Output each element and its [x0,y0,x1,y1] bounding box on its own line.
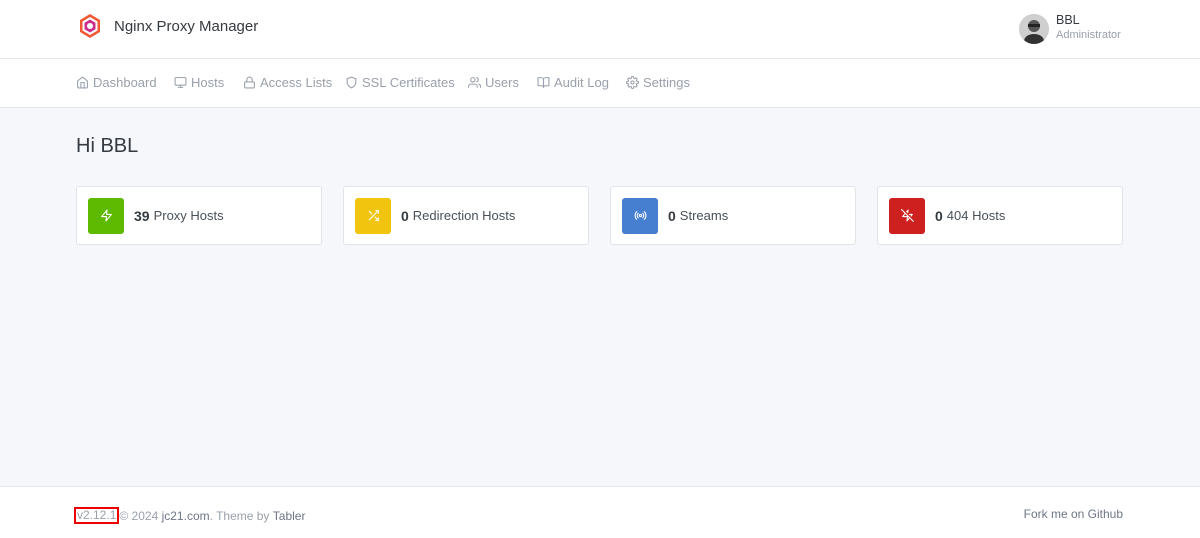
footer-credits: v2.12.1 © 2024 jc21.com . Theme by Table… [74,507,305,524]
nginx-proxy-manager-logo-icon [80,14,100,38]
streams-card[interactable]: 0 Streams [610,186,856,245]
company-link[interactable]: jc21.com [162,509,210,523]
card-icon-box [355,197,391,234]
nav-item-label: Audit Log [554,75,609,90]
nav-item-label: Settings [643,75,690,90]
version-label: v2.12.1 [74,507,120,524]
main-nav: Dashboard Hosts Access Lists SSL Certifi… [0,59,1200,108]
monitor-icon [174,77,187,88]
gear-icon [626,76,639,89]
nav-item-label: Hosts [191,75,225,90]
nav-item-dashboard[interactable]: Dashboard [76,75,157,90]
card-icon-box [622,197,658,234]
nav-item-users[interactable]: Users [468,75,519,90]
page-title: Hi BBL [76,135,139,157]
user-menu[interactable]: BBL Administrator [1019,13,1121,44]
footer: v2.12.1 © 2024 jc21.com . Theme by Table… [0,486,1200,538]
nav-item-audit-log[interactable]: Audit Log [537,75,609,90]
lock-icon [244,76,255,89]
user-name: BBL [1056,13,1080,27]
copyright-text: © 2024 [119,508,162,523]
app-title: Nginx Proxy Manager [114,17,259,35]
shield-icon [346,76,357,89]
shuffle-icon [368,210,379,221]
redirection-hosts-card[interactable]: 0 Redirection Hosts [343,186,589,245]
card-label: Redirection Hosts [412,208,516,223]
card-count: 39 [134,207,150,224]
zap-off-icon [900,209,914,222]
nav-item-label: Access Lists [260,75,333,90]
user-role: Administrator [1056,29,1121,41]
book-icon [537,77,550,88]
card-label: 404 Hosts [946,208,1006,223]
proxy-hosts-card[interactable]: 39 Proxy Hosts [76,186,322,245]
card-count: 0 [935,207,943,224]
github-link[interactable]: Fork me on Github [1024,507,1123,521]
top-header: Nginx Proxy Manager BBL Administrator [0,0,1200,59]
nav-item-label: SSL Certificates [362,75,455,90]
card-label: Proxy Hosts [153,208,224,223]
card-icon-box [889,197,925,234]
radio-icon [634,211,646,220]
brand[interactable]: Nginx Proxy Manager [78,13,258,39]
404-hosts-card[interactable]: 0 404 Hosts [877,186,1123,245]
users-icon [468,77,481,88]
card-label: Streams [679,208,729,223]
nav-item-access-lists[interactable]: Access Lists [243,75,332,90]
nav-item-label: Users [485,75,519,90]
card-count: 0 [668,207,676,224]
theme-link[interactable]: Tabler [273,509,306,523]
zap-icon [100,209,112,222]
nav-item-ssl-certificates[interactable]: SSL Certificates [345,75,455,90]
theme-text: . Theme by [209,508,273,523]
card-count: 0 [401,207,409,224]
nav-item-hosts[interactable]: Hosts [174,75,224,90]
avatar [1019,14,1049,44]
nav-item-label: Dashboard [93,75,157,90]
home-icon [77,76,88,89]
card-icon-box [88,197,124,234]
nav-item-settings[interactable]: Settings [626,75,690,90]
